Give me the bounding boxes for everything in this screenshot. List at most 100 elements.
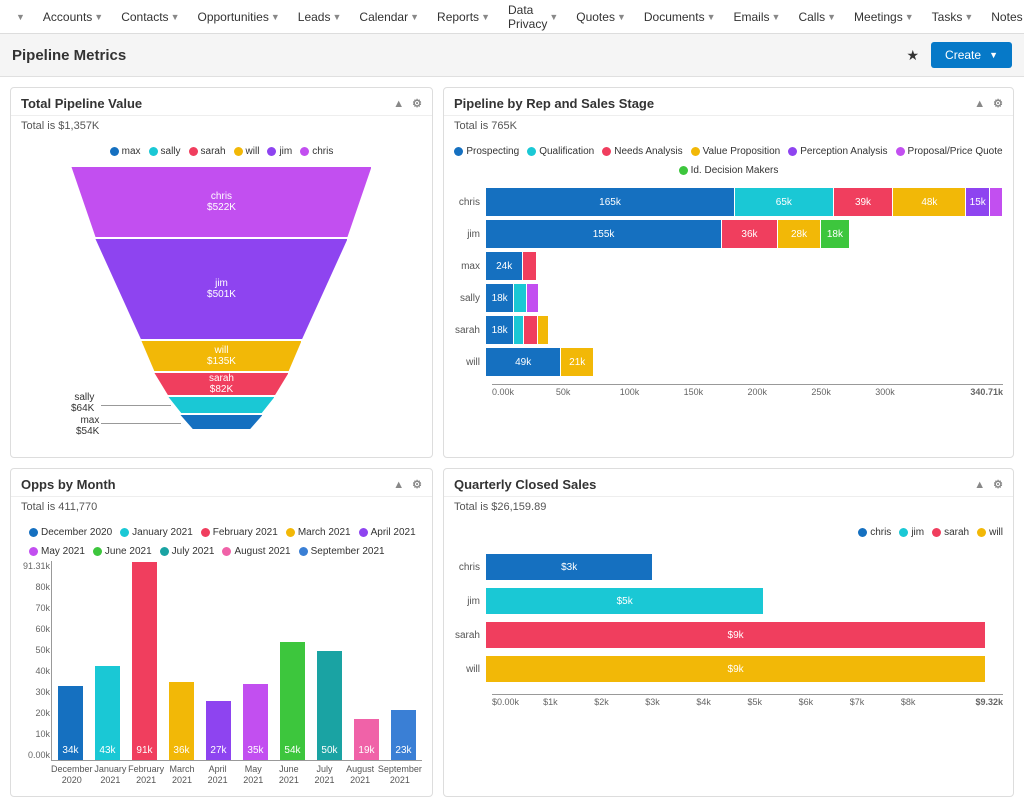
bar-row[interactable]: sarah$9k [454,622,1003,648]
funnel-slice-jim[interactable]: jim$501K [95,239,347,339]
legend-item[interactable]: jim [267,146,292,157]
nav-notes[interactable]: Notes▼ [983,0,1024,35]
bar-row[interactable]: sarah18k [454,316,1003,344]
nav-quotes[interactable]: Quotes▼ [568,0,634,35]
funnel-slice-chris[interactable]: chris$522K [71,167,371,237]
bar-segment[interactable] [990,188,1002,216]
bar[interactable]: 43k [95,666,121,760]
bar[interactable]: $9k [486,656,985,682]
legend-item[interactable]: February 2021 [201,527,278,538]
gear-icon[interactable]: ⚙ [412,478,422,491]
legend-item[interactable]: September 2021 [299,546,385,557]
bar-column[interactable]: 35k [237,561,274,760]
funnel-slice-sarah[interactable]: sarah$82K [154,373,288,395]
bar-segment[interactable] [527,284,538,312]
bar-row[interactable]: jim155k36k28k18k [454,220,1003,248]
nav-dataprivacy[interactable]: Data Privacy▼ [500,0,566,35]
nav-contacts[interactable]: Contacts▼ [113,0,187,35]
legend-item[interactable]: May 2021 [29,546,85,557]
bar-segment[interactable]: 18k [486,316,513,344]
bar-segment[interactable]: 65k [735,188,833,216]
bar-column[interactable]: 54k [274,561,311,760]
legend-item[interactable]: Perception Analysis [788,146,887,157]
bar-segment[interactable]: 18k [821,220,848,248]
bar-column[interactable]: 19k [348,561,385,760]
bar-column[interactable]: 27k [200,561,237,760]
gear-icon[interactable]: ⚙ [993,478,1003,491]
legend-item[interactable]: max [110,146,141,157]
bar[interactable]: 91k [132,562,158,760]
nav-meetings[interactable]: Meetings▼ [846,0,922,35]
bar[interactable]: 19k [354,719,380,760]
bar-row[interactable]: chris165k65k39k48k15k [454,188,1003,216]
bar-segment[interactable]: 49k [486,348,560,376]
bar-segment[interactable]: 28k [778,220,820,248]
legend-item[interactable]: Id. Decision Makers [679,165,779,176]
bar[interactable]: 36k [169,682,195,760]
bar-segment[interactable] [514,316,523,344]
gear-icon[interactable]: ⚙ [993,97,1003,110]
bar-segment[interactable] [514,284,526,312]
nav-calendar[interactable]: Calendar▼ [351,0,427,35]
legend-item[interactable]: sarah [189,146,226,157]
bar[interactable]: $5k [486,588,763,614]
funnel-slice-max[interactable] [180,415,262,429]
collapse-icon[interactable]: ▲ [393,98,404,110]
bar-segment[interactable] [538,316,549,344]
bar-segment[interactable]: 39k [834,188,893,216]
bar-segment[interactable]: 36k [722,220,777,248]
bar-row[interactable]: max24k [454,252,1003,280]
bar-column[interactable]: 23k [385,561,422,760]
bar[interactable]: $3k [486,554,652,580]
nav-emails[interactable]: Emails▼ [726,0,789,35]
nav-leads[interactable]: Leads▼ [290,0,350,35]
funnel-slice-sally[interactable] [168,397,274,413]
logo-dropdown-caret[interactable]: ▼ [16,12,25,22]
bar[interactable]: 54k [280,642,306,760]
nav-reports[interactable]: Reports▼ [429,0,498,35]
collapse-icon[interactable]: ▲ [974,98,985,110]
bar-column[interactable]: 43k [89,561,126,760]
bar[interactable]: $9k [486,622,985,648]
bar[interactable]: 50k [317,651,343,760]
bar-segment[interactable]: 48k [893,188,965,216]
bar-segment[interactable]: 15k [966,188,989,216]
bar-row[interactable]: jim$5k [454,588,1003,614]
legend-item[interactable]: Value Proposition [691,146,781,157]
bar-row[interactable]: chris$3k [454,554,1003,580]
legend-item[interactable]: Proposal/Price Quote [896,146,1003,157]
bar-segment[interactable]: 155k [486,220,721,248]
bar-segment[interactable]: 21k [561,348,593,376]
nav-calls[interactable]: Calls▼ [790,0,844,35]
legend-item[interactable]: Needs Analysis [602,146,682,157]
bar-row[interactable]: will49k21k [454,348,1003,376]
legend-item[interactable]: April 2021 [359,527,416,538]
bar-column[interactable]: 36k [163,561,200,760]
nav-opportunities[interactable]: Opportunities▼ [189,0,287,35]
bar-segment[interactable]: 165k [486,188,734,216]
bar[interactable]: 27k [206,701,232,760]
legend-item[interactable]: December 2020 [29,527,112,538]
bar[interactable]: 34k [58,686,84,760]
bar-row[interactable]: will$9k [454,656,1003,682]
legend-item[interactable]: January 2021 [120,527,193,538]
legend-item[interactable]: Qualification [527,146,594,157]
legend-item[interactable]: Prospecting [454,146,519,157]
legend-item[interactable]: will [234,146,260,157]
bar-segment[interactable]: 18k [486,284,513,312]
funnel-slice-will[interactable]: will$135K [141,341,301,371]
legend-item[interactable]: June 2021 [93,546,152,557]
legend-item[interactable]: jim [899,527,924,538]
gear-icon[interactable]: ⚙ [412,97,422,110]
legend-item[interactable]: August 2021 [222,546,290,557]
nav-documents[interactable]: Documents▼ [636,0,724,35]
nav-tasks[interactable]: Tasks▼ [924,0,982,35]
bar-column[interactable]: 50k [311,561,348,760]
bar-row[interactable]: sally18k [454,284,1003,312]
legend-item[interactable]: sarah [932,527,969,538]
legend-item[interactable]: March 2021 [286,527,351,538]
legend-item[interactable]: will [977,527,1003,538]
favorite-star-icon[interactable]: ★ [906,47,919,64]
legend-item[interactable]: chris [858,527,891,538]
bar[interactable]: 23k [391,710,417,760]
